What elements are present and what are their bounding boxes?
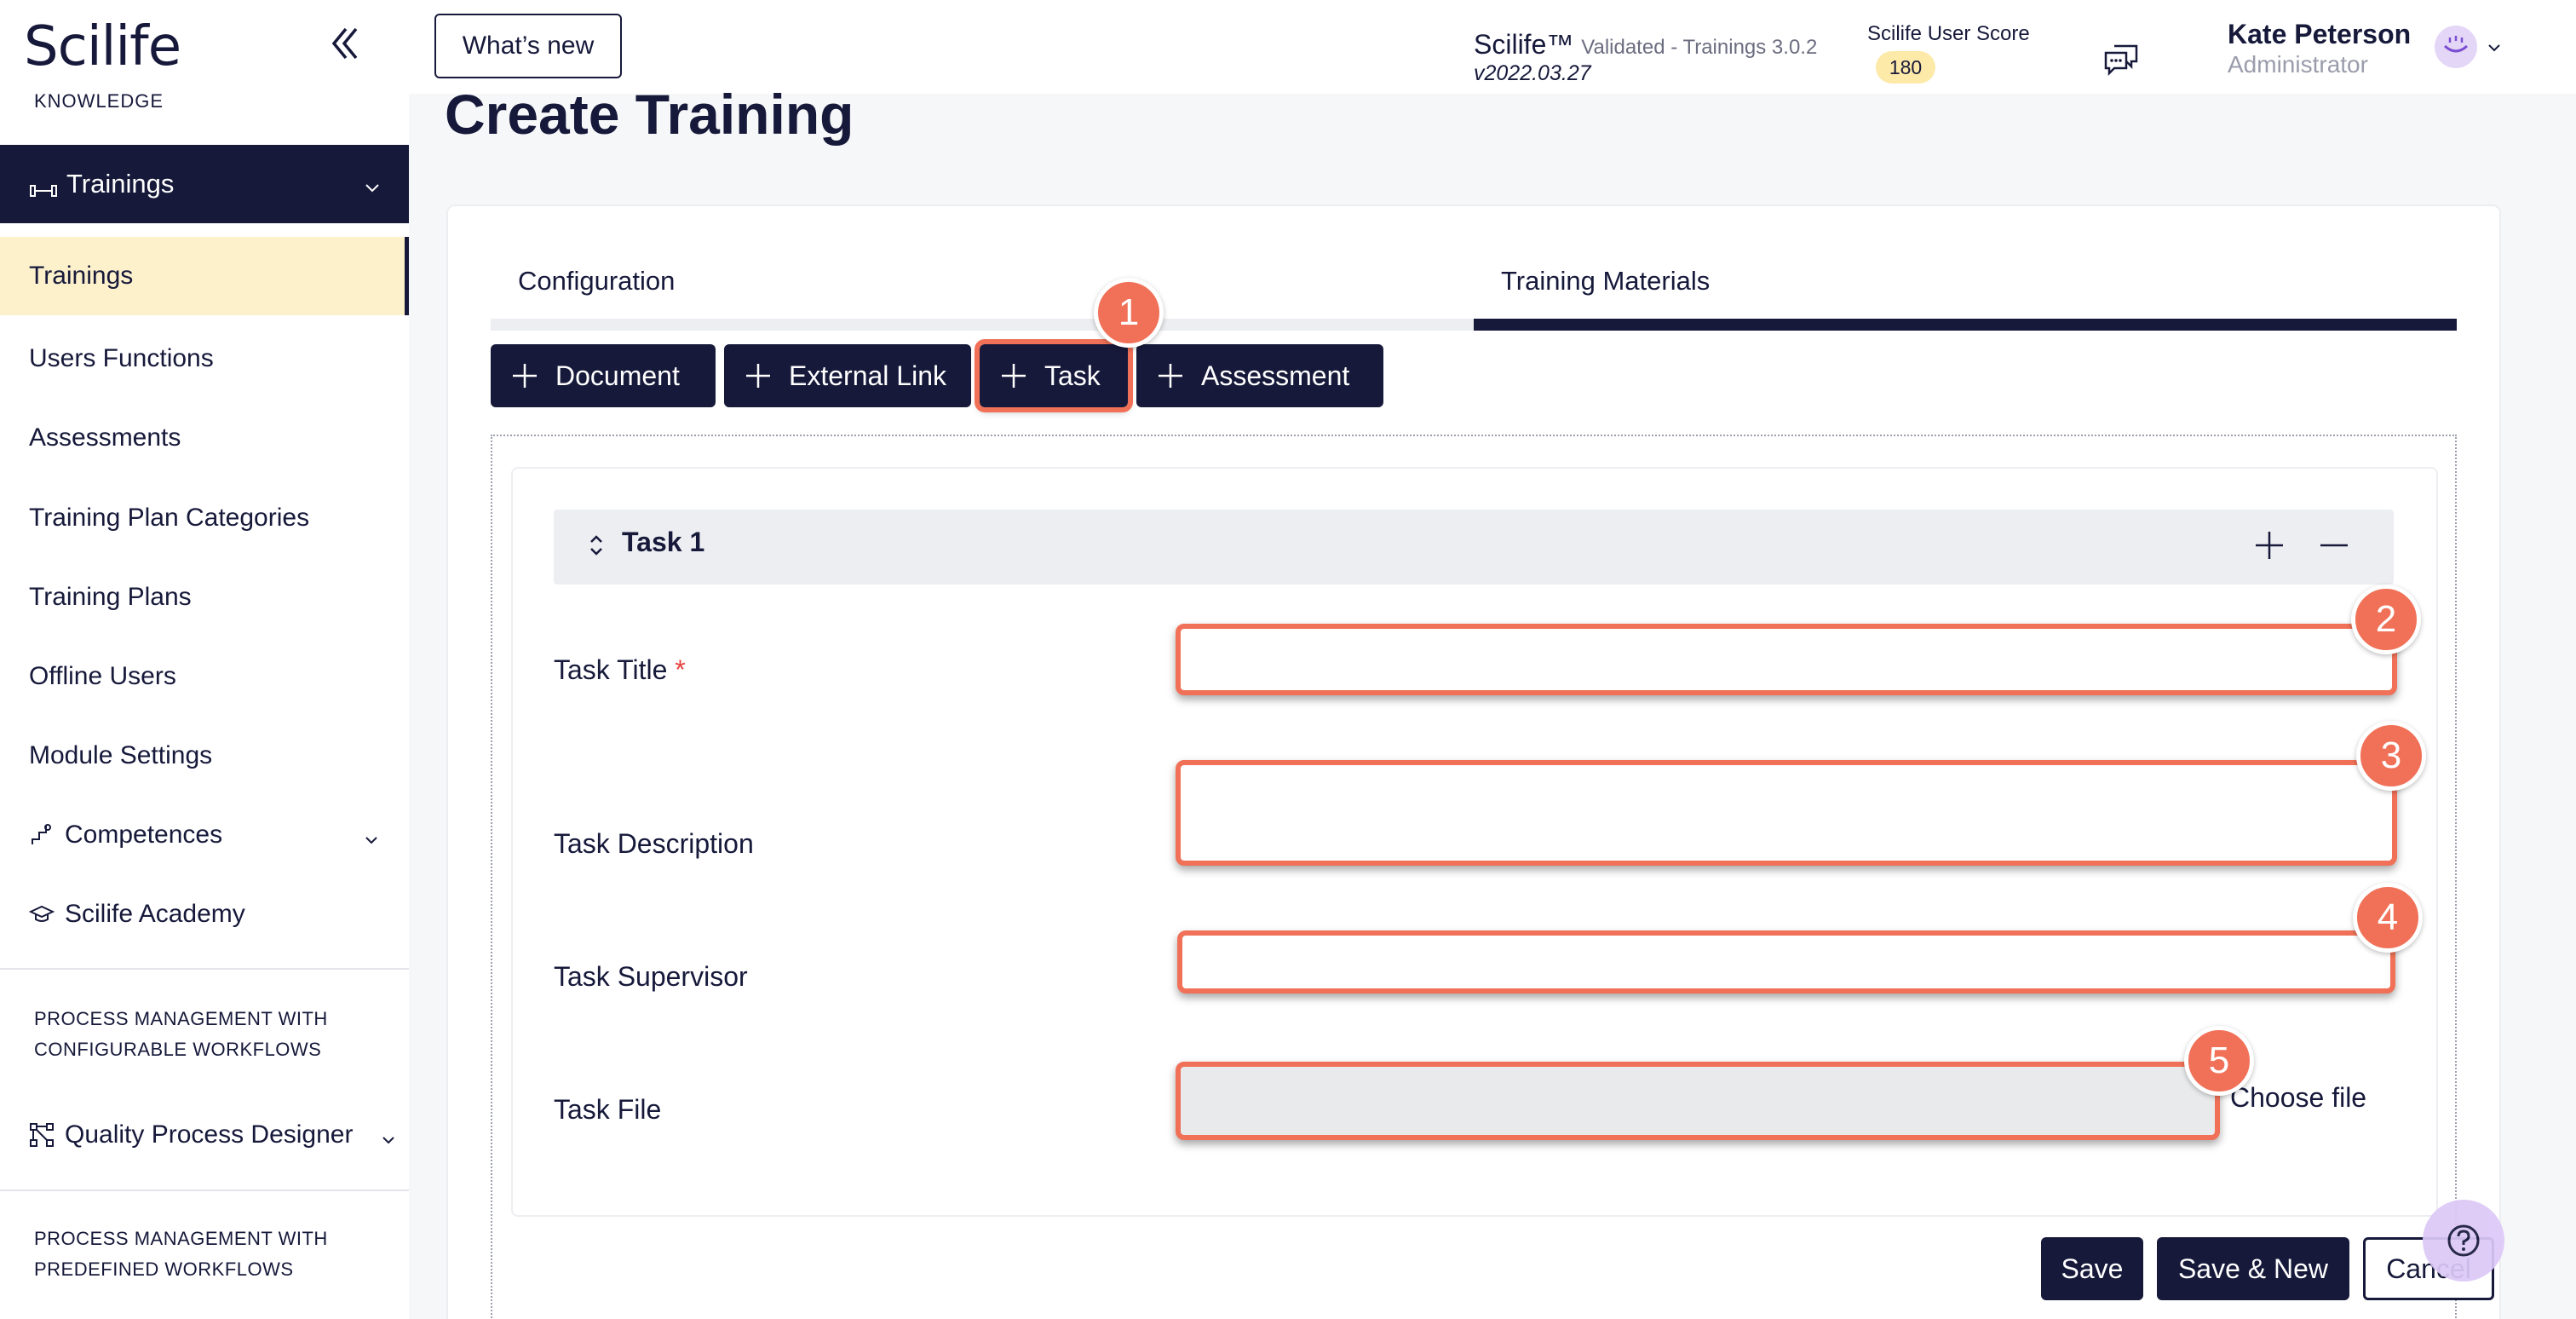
sidebar-item-module-settings[interactable]: Module Settings [0, 717, 409, 795]
plus-icon [1000, 362, 1027, 389]
required-mark: * [675, 654, 686, 685]
button-label: Document [555, 360, 680, 391]
avatar[interactable] [2435, 26, 2477, 68]
chat-icon[interactable] [2102, 41, 2140, 78]
user-role: Administrator [2228, 51, 2368, 78]
chevron-down-icon [363, 827, 380, 844]
task-file-label: Task File [554, 1094, 662, 1125]
task-description-textarea[interactable] [1176, 760, 2397, 866]
tab-configuration[interactable]: Configuration [491, 256, 1474, 331]
add-external-link-button[interactable]: External Link [724, 344, 971, 407]
section-label-line: PREDEFINED WORKFLOWS [34, 1259, 294, 1280]
academy-icon [28, 901, 55, 927]
sidebar-item-label: Training Plans [29, 583, 192, 611]
product-detail: Validated - Trainings 3.0.2 [1581, 36, 1818, 59]
nav-section-label: Trainings [66, 169, 175, 199]
sidebar-item-trainings[interactable]: Trainings [0, 237, 409, 315]
step-marker-5: 5 [2184, 1026, 2254, 1096]
task-title-label: Task Title * [554, 654, 686, 686]
sidebar-group-quality-process-designer[interactable]: Quality Process Designer [0, 1096, 409, 1174]
tab-label: Configuration [518, 266, 676, 296]
sidebar-item-training-plans[interactable]: Training Plans [0, 558, 409, 636]
sidebar-group-label: Quality Process Designer [65, 1120, 354, 1149]
add-task-button[interactable]: Task [975, 339, 1133, 412]
tab-label: Training Materials [1501, 266, 1711, 296]
choose-file-button[interactable]: Choose file [2230, 1082, 2366, 1114]
task-header[interactable]: Task 1 [554, 510, 2394, 585]
sidebar-group-label: Scilife Academy [65, 900, 245, 928]
dumbbell-icon [29, 176, 58, 197]
logo-subtitle: KNOWLEDGE [34, 90, 164, 112]
step-marker-1: 1 [1094, 278, 1164, 348]
plus-icon [745, 362, 772, 389]
sidebar-item-label: Trainings [29, 262, 134, 290]
step-marker-3: 3 [2356, 721, 2426, 791]
plus-icon [511, 362, 538, 389]
sidebar-item-offline-users[interactable]: Offline Users [0, 637, 409, 716]
whats-new-button[interactable]: What’s new [434, 14, 622, 78]
sidebar-item-label: Training Plan Categories [29, 504, 310, 532]
task-supervisor-input[interactable] [1177, 930, 2395, 994]
button-label: Task [1044, 360, 1101, 391]
button-label: Assessment [1201, 360, 1350, 391]
help-icon [2447, 1224, 2480, 1257]
build-version: v2022.03.27 [1474, 61, 1591, 85]
chevron-down-icon [363, 174, 382, 193]
add-document-button[interactable]: Document [491, 344, 716, 407]
sidebar-divider [0, 1189, 409, 1191]
sidebar-item-label: Users Functions [29, 344, 214, 372]
save-button[interactable]: Save [2041, 1237, 2143, 1300]
section-label-predefined: PROCESS MANAGEMENT WITH PREDEFINED WORKF… [34, 1224, 328, 1285]
help-button[interactable] [2423, 1200, 2504, 1282]
sidebar-item-label: Offline Users [29, 662, 176, 690]
add-assessment-button[interactable]: Assessment [1136, 344, 1383, 407]
nav-section-trainings[interactable]: Trainings [0, 145, 409, 223]
collapse-sidebar-icon[interactable] [324, 22, 366, 65]
section-label-line: PROCESS MANAGEMENT WITH [34, 1228, 328, 1249]
sidebar-divider [0, 968, 409, 970]
field-label-text: Task Title [554, 654, 668, 685]
remove-task-icon[interactable] [2317, 528, 2351, 562]
top-bar: What’s new Scilife™ Validated - Training… [409, 0, 2576, 94]
user-score-label: Scilife User Score [1867, 22, 2030, 45]
task-description-label: Task Description [554, 828, 754, 859]
add-task-icon[interactable] [2252, 528, 2286, 562]
sidebar-item-label: Assessments [29, 423, 181, 452]
step-marker-2: 2 [2351, 585, 2421, 654]
process-designer-icon [29, 1122, 55, 1148]
section-label-line: CONFIGURABLE WORKFLOWS [34, 1039, 322, 1060]
step-marker-4: 4 [2353, 883, 2423, 953]
sidebar-item-assessments[interactable]: Assessments [0, 399, 409, 477]
sidebar-item-label: Module Settings [29, 741, 213, 769]
sidebar-item-users-functions[interactable]: Users Functions [0, 320, 409, 398]
chevron-down-icon [380, 1126, 397, 1144]
chevron-down-icon[interactable] [2486, 39, 2503, 56]
competences-icon [29, 822, 55, 848]
button-label: External Link [789, 360, 946, 391]
user-name[interactable]: Kate Peterson [2228, 19, 2411, 50]
task-header-title: Task 1 [622, 527, 705, 557]
product-version: Scilife™ Validated - Trainings 3.0.2 [1474, 29, 1817, 60]
user-score-badge: 180 [1876, 51, 1935, 84]
scilife-logo[interactable]: Scilife [24, 15, 181, 78]
sidebar-group-scilife-academy[interactable]: Scilife Academy [0, 875, 409, 953]
tab-training-materials[interactable]: Training Materials [1474, 256, 2457, 331]
plus-icon [1157, 362, 1184, 389]
task-file-input[interactable] [1176, 1062, 2220, 1140]
section-label-configurable: PROCESS MANAGEMENT WITH CONFIGURABLE WOR… [34, 1004, 328, 1065]
save-and-new-button[interactable]: Save & New [2157, 1237, 2349, 1300]
sidebar: Scilife KNOWLEDGE Trainings Trainings Us… [0, 0, 409, 1319]
task-supervisor-label: Task Supervisor [554, 961, 748, 992]
sidebar-group-label: Competences [65, 821, 223, 849]
product-name: Scilife™ [1474, 29, 1574, 60]
task-title-input[interactable] [1176, 624, 2397, 695]
sidebar-group-competences[interactable]: Competences [0, 796, 409, 874]
page-title: Create Training [445, 83, 854, 146]
section-label-line: PROCESS MANAGEMENT WITH [34, 1008, 328, 1029]
sort-icon[interactable] [586, 530, 607, 561]
sidebar-item-training-plan-categories[interactable]: Training Plan Categories [0, 479, 409, 557]
